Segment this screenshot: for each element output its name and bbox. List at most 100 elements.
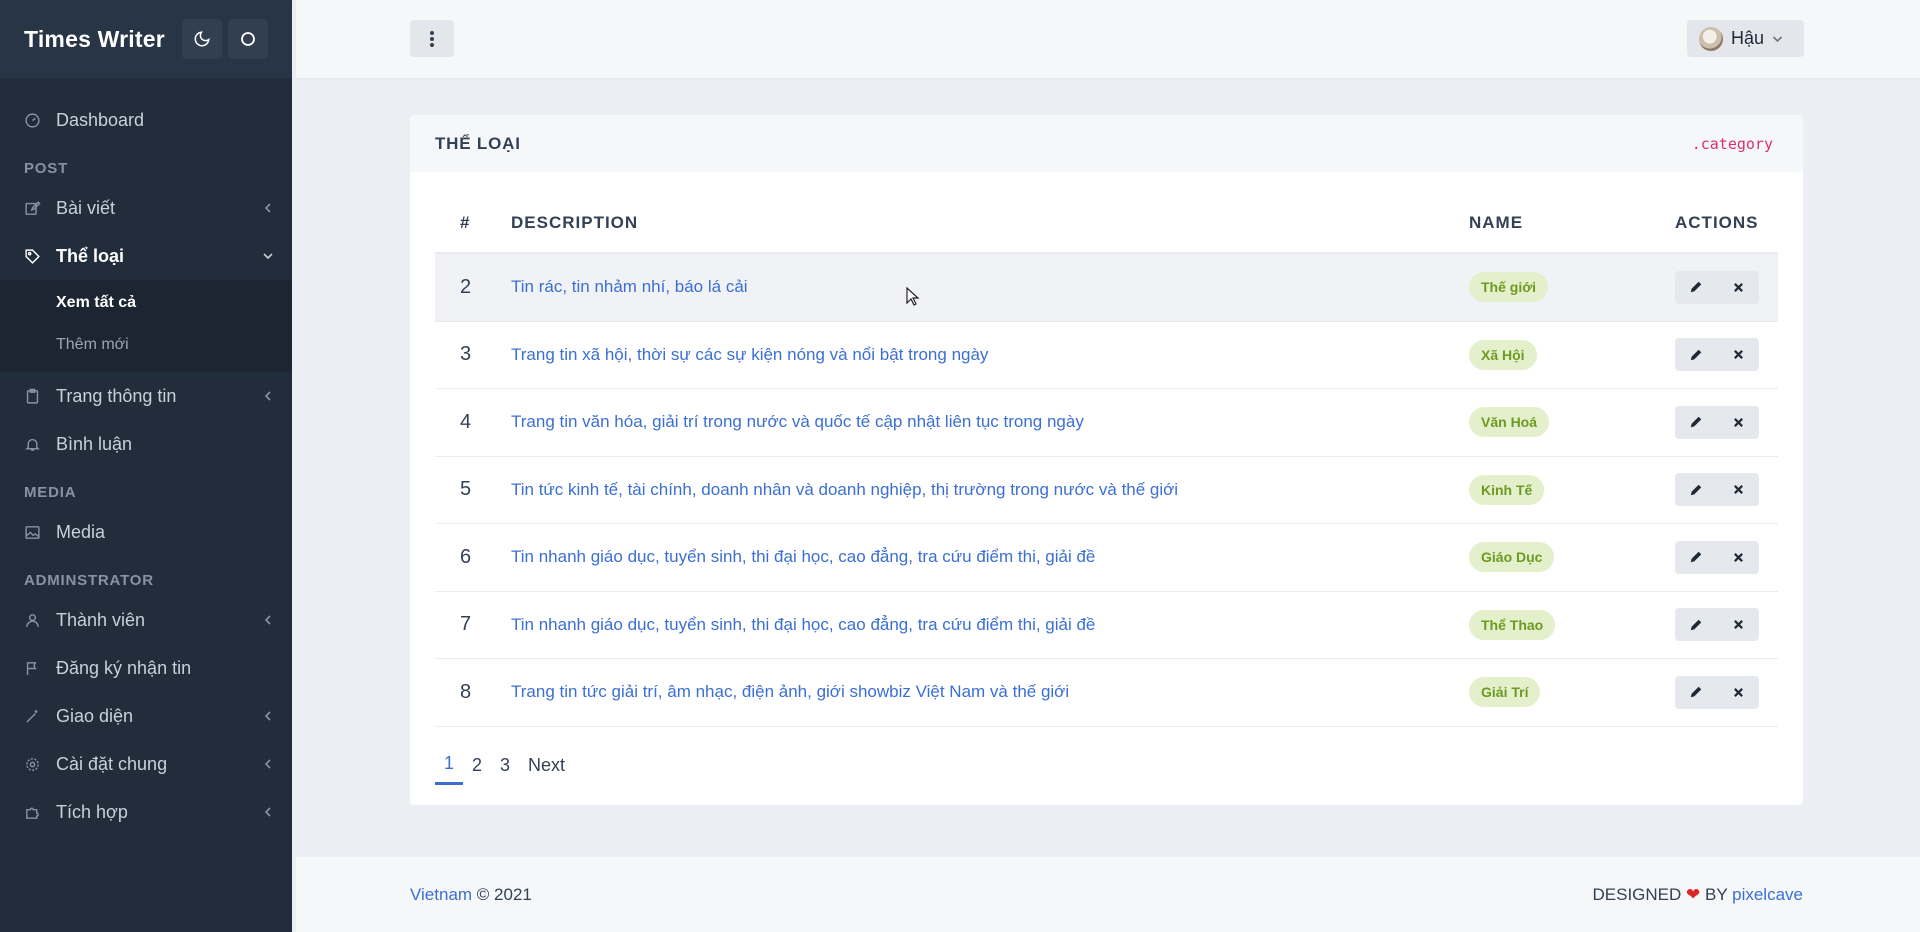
- table-header: # DESCRIPTION NAME ACTIONS: [435, 194, 1778, 254]
- bell-icon: [25, 438, 40, 451]
- sidebar-item-appearance[interactable]: Giao diện: [0, 692, 292, 740]
- sidebar-item-posts[interactable]: Bài viết: [0, 184, 292, 232]
- row-number: 2: [460, 275, 472, 298]
- page-link-1[interactable]: 1: [435, 745, 464, 785]
- edit-button[interactable]: [1675, 675, 1717, 709]
- circle-icon: [241, 32, 255, 46]
- table-row: 3 Trang tin xã hội, thời sự các sự kiện …: [435, 322, 1778, 389]
- magic-wand-icon: [26, 709, 38, 723]
- page-link-3[interactable]: 3: [491, 745, 519, 785]
- row-description-link[interactable]: Tin tức kinh tế, tài chính, doanh nhân v…: [511, 480, 1469, 500]
- table-row: 7 Tin nhanh giáo dục, tuyển sinh, thi đạ…: [435, 592, 1778, 659]
- card-header: THỂ LOẠI .category: [410, 115, 1803, 172]
- avatar: [1699, 26, 1723, 51]
- sidebar-item-label: Trang thông tin: [56, 385, 177, 406]
- row-description-link[interactable]: Tin nhanh giáo dục, tuyển sinh, thi đại …: [511, 547, 1469, 567]
- sidebar-item-members[interactable]: Thành viên: [0, 596, 292, 644]
- sidebar-item-categories[interactable]: Thể loại: [0, 232, 292, 280]
- sidebar-item-label: Cài đặt chung: [56, 753, 168, 774]
- edit-button[interactable]: [1675, 473, 1717, 507]
- sidebar-item-label: Bình luận: [56, 433, 133, 454]
- sidebar-item-label: Bài viết: [56, 197, 116, 218]
- delete-button[interactable]: [1717, 473, 1759, 507]
- column-header-number: #: [460, 213, 471, 232]
- sidebar-item-settings[interactable]: Cài đặt chung: [0, 740, 292, 788]
- chevron-left-icon: [264, 759, 271, 769]
- sidebar-item-dashboard[interactable]: Dashboard: [0, 96, 292, 144]
- sidebar-item-pages[interactable]: Trang thông tin: [0, 372, 292, 420]
- edit-button[interactable]: [1675, 540, 1717, 574]
- sidebar-item-comments[interactable]: Bình luận: [0, 420, 292, 468]
- page-link-next[interactable]: Next: [519, 745, 574, 785]
- dark-mode-toggle[interactable]: [182, 19, 222, 59]
- sidebar-item-label: Giao diện: [56, 705, 134, 726]
- category-card: THỂ LOẠI .category # DESCRIPTION NAME AC…: [410, 115, 1803, 805]
- edit-button[interactable]: [1675, 270, 1717, 304]
- page-footer: Vietnam © 2021 DESIGNED ❤ BY pixelcave: [296, 857, 1920, 932]
- category-badge: Thể Thao: [1469, 609, 1556, 640]
- brand-bar: Times Writer: [0, 0, 292, 78]
- user-icon: [26, 613, 39, 627]
- sidebar-item-subscriptions[interactable]: Đăng ký nhận tin: [0, 644, 292, 692]
- row-description-link[interactable]: Tin nhanh giáo dục, tuyển sinh, thi đại …: [511, 615, 1469, 635]
- close-icon: [1733, 552, 1743, 562]
- row-number: 7: [460, 613, 472, 636]
- pencil-icon: [1690, 349, 1702, 360]
- pencil-icon: [1690, 484, 1702, 495]
- category-badge: Thế giới: [1469, 272, 1549, 303]
- footer-designed-label: DESIGNED: [1592, 885, 1682, 904]
- column-header-description: DESCRIPTION: [511, 213, 639, 232]
- row-number: 6: [460, 545, 472, 568]
- pencil-icon: [1690, 282, 1702, 293]
- sidebar-item-media[interactable]: Media: [0, 508, 292, 556]
- sidebar-nav: Dashboard POST Bài viết Thể loại Xem tất…: [0, 78, 292, 836]
- nav-heading-post: POST: [24, 160, 69, 177]
- theme-toggle[interactable]: [228, 19, 268, 59]
- mouse-cursor-icon: [906, 287, 920, 306]
- delete-button[interactable]: [1717, 405, 1759, 439]
- sidebar-item-label: Tích hợp: [56, 801, 128, 822]
- chevron-down-icon: [1772, 35, 1783, 42]
- brand-logo[interactable]: Times Writer: [24, 26, 176, 53]
- edit-button[interactable]: [1675, 405, 1717, 439]
- footer-designer-link[interactable]: pixelcave: [1732, 885, 1803, 904]
- chevron-down-icon: [263, 253, 273, 260]
- table-row: 2 Tin rác, tin nhảm nhí, báo lá cải Thế …: [435, 254, 1778, 322]
- user-name: Hậu: [1731, 28, 1765, 48]
- delete-button[interactable]: [1717, 675, 1759, 709]
- submenu-view-all[interactable]: Xem tất cả: [0, 282, 292, 324]
- pencil-icon: [1690, 417, 1702, 428]
- delete-button[interactable]: [1717, 540, 1759, 574]
- row-description-link[interactable]: Trang tin tức giải trí, âm nhạc, điện ản…: [511, 682, 1469, 702]
- footer-copyright: © 2021: [476, 885, 532, 904]
- edit-button[interactable]: [1675, 338, 1717, 372]
- submenu-add-new[interactable]: Thêm mới: [0, 324, 292, 366]
- sidebar-item-integrations[interactable]: Tích hợp: [0, 788, 292, 836]
- delete-button[interactable]: [1717, 270, 1759, 304]
- delete-button[interactable]: [1717, 338, 1759, 372]
- table-row: 6 Tin nhanh giáo dục, tuyển sinh, thi đạ…: [435, 524, 1778, 592]
- heart-icon: ❤: [1686, 885, 1701, 904]
- row-description-link[interactable]: Trang tin văn hóa, giải trí trong nước v…: [511, 412, 1469, 432]
- row-description-link[interactable]: Tin rác, tin nhảm nhí, báo lá cải: [511, 277, 1469, 297]
- page-link-2[interactable]: 2: [463, 745, 491, 785]
- footer-left: Vietnam © 2021: [410, 885, 532, 905]
- chevron-left-icon: [264, 711, 271, 721]
- column-header-actions: ACTIONS: [1675, 213, 1759, 232]
- sidebar-item-label: Thành viên: [56, 609, 146, 630]
- category-table: # DESCRIPTION NAME ACTIONS 2 Tin rác, ti…: [435, 194, 1778, 727]
- row-number: 3: [460, 343, 472, 366]
- category-badge: Giáo Dục: [1469, 542, 1555, 573]
- gauge-icon: [25, 112, 40, 128]
- close-icon: [1733, 485, 1743, 495]
- user-menu-button[interactable]: Hậu: [1687, 20, 1804, 57]
- row-description-link[interactable]: Trang tin xã hội, thời sự các sự kiện nó…: [511, 345, 1469, 365]
- row-number: 8: [460, 680, 472, 703]
- menu-toggle-button[interactable]: [410, 20, 454, 57]
- delete-button[interactable]: [1717, 608, 1759, 642]
- card-title: THỂ LOẠI: [435, 133, 521, 153]
- edit-button[interactable]: [1675, 608, 1717, 642]
- pencil-icon: [1690, 552, 1702, 563]
- category-badge: Văn Hoá: [1469, 407, 1550, 438]
- footer-country-link[interactable]: Vietnam: [410, 885, 472, 904]
